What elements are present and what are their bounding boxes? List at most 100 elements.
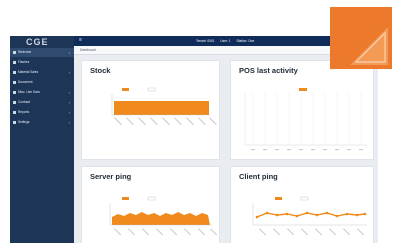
chevron-right-icon: › <box>68 70 70 75</box>
gear-icon <box>13 121 16 124</box>
sidebar-item-misc-use-data[interactable]: Misc. Use Data › <box>10 88 74 97</box>
server-x-tick <box>156 228 164 236</box>
client-x-tick <box>357 228 365 236</box>
client-x-tick <box>315 228 323 236</box>
client-ping-point <box>345 212 349 216</box>
sidebar-item-flashes[interactable]: Flashes <box>10 58 74 67</box>
server-ping-area <box>112 212 210 225</box>
sidebar-item-settings[interactable]: Settings › <box>10 118 74 127</box>
user-label: User: 1 <box>220 39 231 43</box>
pos-x-tick <box>251 149 255 151</box>
breadcrumb-label: Dashboard <box>80 48 96 52</box>
server-x-tick <box>210 228 218 236</box>
report-icon <box>13 111 16 114</box>
client-ping-card: Client ping <box>230 166 374 243</box>
stock-legend-swatch-2 <box>147 87 156 92</box>
sidebar-item-document[interactable]: Document <box>10 78 74 87</box>
chevron-right-icon: › <box>68 100 70 105</box>
stock-x-tick <box>198 117 206 126</box>
server-x-tick <box>113 228 122 236</box>
pos-gridlines <box>252 93 362 145</box>
bolt-icon <box>13 61 16 64</box>
client-legend-swatch-1 <box>275 197 282 200</box>
client-ping-point <box>315 213 319 217</box>
sidebar-nav: Welcome › Flashes Material Sales › Document Mi… <box>10 48 74 128</box>
station-label: Station: One <box>236 39 255 43</box>
sidebar-item-material-sales[interactable]: Material Sales › <box>10 68 74 77</box>
client-x-tick <box>329 228 337 236</box>
client-ping-point <box>363 212 367 216</box>
pos-x-ticks <box>251 149 363 151</box>
chevron-right-icon: › <box>68 110 70 115</box>
client-ping-point <box>265 211 269 215</box>
sidebar-item-label: Contract <box>18 100 31 104</box>
client-ping-point <box>285 212 289 216</box>
server-x-tick <box>170 228 178 236</box>
home-icon <box>13 51 16 54</box>
client-x-ticks <box>259 228 365 236</box>
session-info: Tenant: 0001 User: 1 Station: One <box>196 39 259 43</box>
client-x-tick <box>287 228 295 236</box>
file-icon <box>13 81 16 84</box>
chevron-right-icon: › <box>68 120 70 125</box>
sidebar-item-reports[interactable]: Reports › <box>10 108 74 117</box>
app-screen: CGE Welcome › Flashes Material Sales › Docume… <box>10 36 378 243</box>
sidebar: CGE Welcome › Flashes Material Sales › Docume… <box>10 36 74 243</box>
server-x-tick <box>142 228 150 236</box>
server-legend-swatch-2 <box>147 196 156 201</box>
client-ping-chart <box>252 196 367 236</box>
client-ping-point <box>325 211 329 215</box>
client-ping-point <box>255 215 259 219</box>
client-x-tick <box>259 228 267 236</box>
menu-toggle-icon[interactable]: ≡ <box>79 37 82 43</box>
sidebar-item-label: Welcome <box>18 50 32 54</box>
sidebar-item-label: Material Sales <box>18 70 39 74</box>
pos-card: POS last activity <box>230 60 374 160</box>
client-ping-point <box>335 214 339 218</box>
stock-legend-swatch-1 <box>122 88 129 91</box>
pos-x-tick <box>311 149 315 151</box>
client-ping-point <box>295 214 299 218</box>
badge-triangle-shade <box>350 27 388 65</box>
sidebar-item-label: Reports <box>18 110 30 114</box>
sidebar-item-label: Flashes <box>18 60 30 64</box>
pos-x-tick <box>263 149 267 151</box>
client-x-tick <box>301 228 309 236</box>
stock-area <box>114 101 209 115</box>
client-legend-swatch-2 <box>300 196 309 201</box>
contract-icon <box>13 101 16 104</box>
server-x-tick <box>128 228 136 236</box>
client-ping-point <box>305 211 309 215</box>
stock-x-tick <box>162 117 170 126</box>
sidebar-item-label: Document <box>18 80 33 84</box>
pos-legend-swatch <box>299 88 307 91</box>
client-ping-point <box>275 213 279 217</box>
client-x-tick <box>343 228 351 236</box>
client-ping-point <box>355 213 359 217</box>
pos-x-tick <box>323 149 327 151</box>
sidebar-item-contract[interactable]: Contract › <box>10 98 74 107</box>
stock-x-tick <box>174 117 182 126</box>
app-logo: CGE <box>26 37 49 47</box>
sidebar-item-welcome[interactable]: Welcome › <box>10 48 74 57</box>
stock-x-tick <box>186 117 194 126</box>
corner-triangle-icon <box>330 7 392 69</box>
stock-card: Stock <box>81 60 220 160</box>
stock-x-ticks <box>113 117 217 126</box>
server-x-tick <box>198 228 206 236</box>
tag-icon <box>13 71 16 74</box>
stock-chart <box>111 87 217 126</box>
stock-x-tick <box>209 117 217 126</box>
server-x-ticks <box>113 228 218 236</box>
pos-x-tick <box>359 149 363 151</box>
server-x-tick <box>184 228 192 236</box>
chevron-right-icon: › <box>68 90 70 95</box>
server-ping-card: Server ping <box>81 166 220 243</box>
stock-x-tick <box>150 117 158 126</box>
server-ping-chart <box>109 196 218 236</box>
database-icon <box>13 91 16 94</box>
client-ping-line <box>256 212 366 218</box>
server-legend-swatch-1 <box>122 197 129 200</box>
pos-x-tick <box>275 149 279 151</box>
pos-x-tick <box>287 149 291 151</box>
